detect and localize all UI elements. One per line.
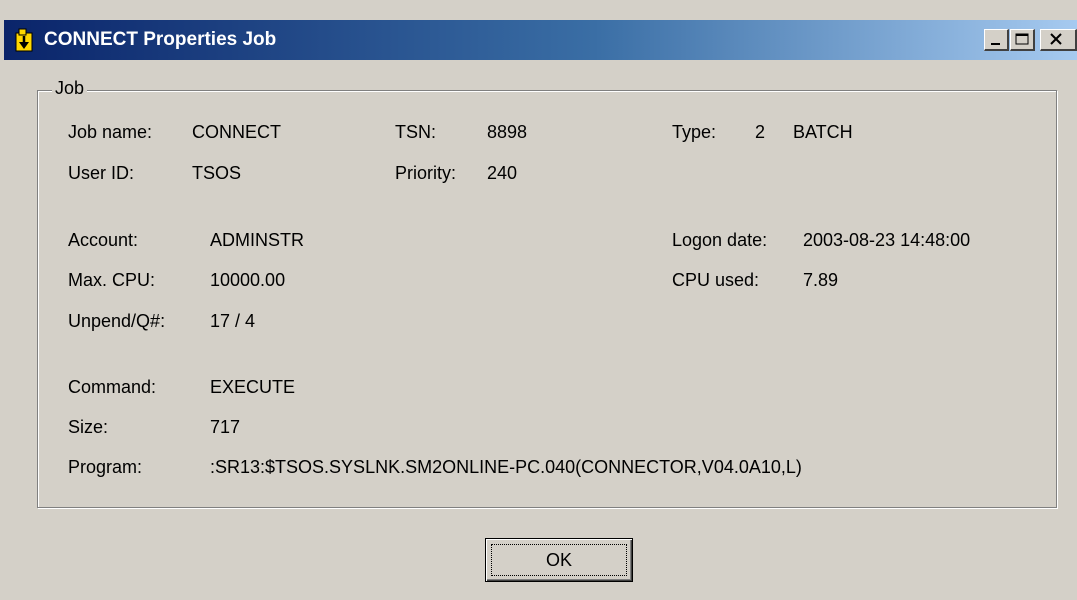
command-label: Command:	[68, 377, 157, 397]
cpu-used-label: CPU used:	[672, 270, 760, 290]
program-value: :SR13:$TSOS.SYSLNK.SM2ONLINE-PC.040(CONN…	[210, 457, 802, 477]
job-name-label: Job name:	[68, 122, 153, 142]
program-label: Program:	[68, 457, 143, 477]
unpend-q-value: 17 / 4	[210, 311, 256, 331]
type-label: Type:	[672, 122, 717, 142]
job-group-label: Job	[52, 77, 88, 99]
account-label: Account:	[68, 230, 139, 250]
user-id-label: User ID:	[68, 163, 135, 183]
priority-value: 240	[487, 163, 518, 183]
job-app-icon	[13, 28, 37, 52]
tsn-label: TSN:	[395, 122, 437, 142]
maximize-button[interactable]	[1010, 29, 1035, 51]
cpu-used-value: 7.89	[803, 270, 839, 290]
job-groupbox	[37, 90, 1057, 508]
user-id-value: TSOS	[192, 163, 242, 183]
logon-date-label: Logon date:	[672, 230, 768, 250]
tsn-value: 8898	[487, 122, 528, 142]
type-number-value: 2	[755, 122, 766, 142]
command-value: EXECUTE	[210, 377, 296, 397]
account-value: ADMINSTR	[210, 230, 304, 250]
logon-date-value: 2003-08-23 14:48:00	[803, 230, 971, 250]
ok-button-label: OK	[545, 550, 572, 570]
title-bar[interactable]: CONNECT Properties Job	[4, 20, 1077, 60]
minimize-button[interactable]	[984, 29, 1009, 51]
ok-button[interactable]: OK	[485, 538, 633, 582]
priority-label: Priority:	[395, 163, 457, 183]
job-properties-window: CONNECT Properties Job Job Job name: CON…	[0, 0, 1077, 600]
max-cpu-value: 10000.00	[210, 270, 286, 290]
size-label: Size:	[68, 417, 109, 437]
close-button[interactable]	[1040, 29, 1077, 51]
job-name-value: CONNECT	[192, 122, 281, 142]
type-text-value: BATCH	[793, 122, 853, 142]
window-title: CONNECT Properties Job	[44, 29, 277, 50]
size-value: 717	[210, 417, 241, 437]
unpend-q-label: Unpend/Q#:	[68, 311, 166, 331]
max-cpu-label: Max. CPU:	[68, 270, 156, 290]
